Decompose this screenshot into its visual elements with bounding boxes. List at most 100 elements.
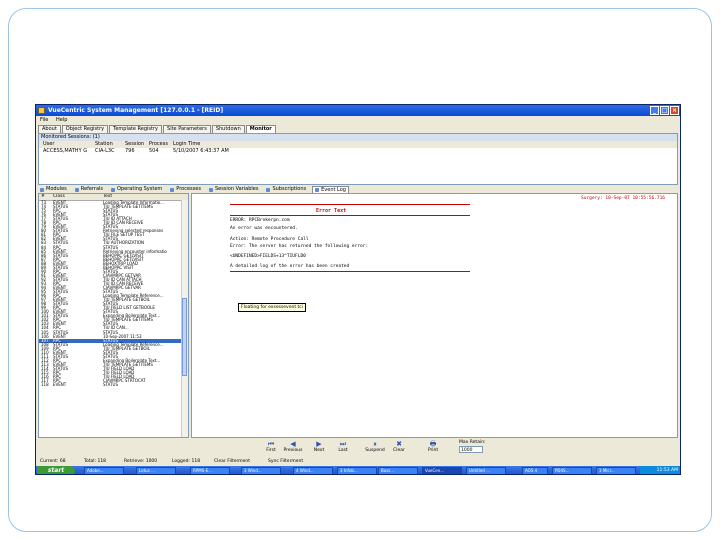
divider bbox=[230, 204, 470, 205]
taskbar-button[interactable]: VueCen... bbox=[422, 467, 462, 474]
col-process[interactable]: Process bbox=[149, 141, 168, 148]
session-station: CIA-L3C bbox=[95, 148, 115, 154]
maximize-button[interactable]: □ bbox=[660, 106, 669, 115]
minimize-button[interactable]: _ bbox=[650, 106, 659, 115]
menu-help[interactable]: Help bbox=[56, 117, 67, 123]
sessions-caption: Monitored Sessions: (1) bbox=[39, 134, 677, 141]
tab-processes[interactable]: Processes bbox=[168, 186, 203, 193]
detail-line: Action: Remote Procedure Call bbox=[230, 237, 309, 242]
taskbar-button[interactable]: PD4S... bbox=[552, 467, 592, 474]
col-user[interactable]: User bbox=[43, 141, 54, 148]
session-login-time: 5/10/2007 6:43:37 AM bbox=[173, 148, 229, 154]
next-icon: ▶ bbox=[316, 440, 322, 448]
status-sync-filter: Sync Filterment bbox=[268, 459, 304, 464]
taskbar-button[interactable]: 4 Wind... bbox=[293, 467, 333, 474]
navigation-toolbar: ⏮ First ◀ Previous ▶ Next ⏭ Last ⏸ Suspe… bbox=[38, 438, 678, 458]
status-retrieve: Retrieve: 1000 bbox=[124, 459, 158, 464]
sessions-header: User Station Session Process Login Time bbox=[39, 141, 677, 148]
clear-icon: ✖ bbox=[396, 440, 402, 448]
detail-line: A detailed log of the error has been cre… bbox=[230, 264, 350, 269]
window-title: VueCentric System Management [127.0.0.1 … bbox=[48, 107, 224, 114]
window-controls: _ □ × bbox=[650, 106, 679, 115]
session-user: ACCESS,MATHY G bbox=[43, 148, 88, 154]
processes-icon bbox=[170, 187, 175, 192]
divider bbox=[230, 271, 470, 272]
tab-template-registry[interactable]: Template Registry bbox=[109, 125, 163, 133]
log-row[interactable]: 118 EVENT STATUS bbox=[39, 383, 188, 387]
tab-operating-system[interactable]: Operating System bbox=[109, 186, 164, 193]
taskbar-button[interactable]: 3 Infob... bbox=[337, 467, 377, 474]
session-row[interactable]: ACCESS,MATHY G CIA-L3C 796 504 5/10/2007… bbox=[39, 148, 677, 155]
detail-timestamp: Surgery: 10-Sep-07 10:55:56.716 bbox=[581, 196, 665, 201]
detail-line: Error: The server has returned the follo… bbox=[230, 244, 369, 249]
previous-button[interactable]: ◀ Previous bbox=[282, 440, 304, 453]
start-button[interactable]: start bbox=[37, 466, 75, 474]
tab-session-variables[interactable]: Session Variables bbox=[207, 186, 261, 193]
detail-line: <UNDEFINED>FIELDS+13^TIUFLD0 bbox=[230, 254, 306, 259]
status-clear-filter: Clear Filterment bbox=[214, 459, 251, 464]
tab-modules[interactable]: Modules bbox=[38, 186, 69, 193]
status-total: Total: 118 bbox=[84, 459, 107, 464]
taskbar-button[interactable]: RPMS-E... bbox=[190, 467, 230, 474]
title-bar: VueCentric System Management [127.0.0.1 … bbox=[36, 105, 680, 116]
previous-icon: ◀ bbox=[290, 440, 296, 448]
tab-monitor[interactable]: Monitor bbox=[245, 125, 276, 133]
menu-bar: File Help bbox=[36, 116, 680, 124]
status-logged: Logged: 118 bbox=[172, 459, 201, 464]
session-id: 796 bbox=[125, 148, 135, 154]
col-station[interactable]: Station bbox=[95, 141, 113, 148]
event-log-list: # Class Text 73 EVENT Loading Template Inf… bbox=[38, 193, 189, 438]
tab-about[interactable]: About bbox=[38, 125, 61, 133]
detail-title: Error Text bbox=[316, 208, 347, 214]
divider bbox=[230, 215, 470, 216]
status-bar: Current: 68 Total: 118 Retrieve: 1000 Lo… bbox=[36, 458, 680, 466]
app-window: VueCentric System Management [127.0.0.1 … bbox=[35, 104, 681, 475]
session-variables-icon bbox=[208, 187, 213, 192]
log-number: 118 bbox=[41, 382, 49, 388]
detail-line: ERROR: RPCBrokerpn.com bbox=[230, 218, 290, 223]
taskbar-button[interactable]: Adobe... bbox=[84, 467, 124, 474]
taskbar-button[interactable]: Lotus ... bbox=[136, 467, 176, 474]
taskbar-button[interactable]: Bass... bbox=[378, 467, 418, 474]
taskbar-button[interactable]: 1 Micr... bbox=[596, 467, 636, 474]
suspend-icon: ⏸ bbox=[373, 440, 377, 448]
first-icon: ⏮ bbox=[267, 440, 275, 448]
clear-button[interactable]: ✖ Clear bbox=[388, 440, 410, 453]
tab-site-parameters[interactable]: Site Parameters bbox=[163, 125, 211, 133]
clock: 11:53 AM bbox=[656, 468, 678, 473]
detail-line: An error was encountered. bbox=[230, 226, 298, 231]
first-button[interactable]: ⏮ First bbox=[260, 440, 282, 453]
max-retain-input[interactable]: 1000 bbox=[459, 446, 483, 453]
modules-icon bbox=[40, 187, 44, 192]
taskbar-button[interactable]: AOS 4 bbox=[522, 467, 548, 474]
referrals-icon bbox=[74, 187, 79, 192]
print-icon: 🖶 bbox=[429, 440, 437, 448]
tab-object-registry[interactable]: Object Registry bbox=[61, 125, 109, 133]
tab-subscriptions[interactable]: Subscriptions bbox=[264, 186, 308, 193]
suspend-button[interactable]: ⏸ Suspend bbox=[364, 440, 386, 453]
log-class: EVENT bbox=[53, 382, 67, 388]
tab-shutdown[interactable]: Shutdown bbox=[211, 125, 245, 133]
top-tab-strip: About Object Registry Template Registry … bbox=[38, 125, 277, 133]
print-button[interactable]: 🖶 Print bbox=[422, 440, 444, 453]
max-retain-label: Max Retain: bbox=[459, 440, 486, 445]
app-icon bbox=[38, 107, 45, 114]
last-button[interactable]: ⏭ Last bbox=[332, 440, 354, 453]
menu-file[interactable]: File bbox=[40, 117, 48, 123]
log-text: STATUS bbox=[103, 382, 119, 388]
event-log-scrollbar[interactable] bbox=[181, 200, 188, 437]
taskbar-button[interactable]: 3 Wind... bbox=[241, 467, 281, 474]
event-log-icon bbox=[315, 188, 320, 192]
taskbar-button[interactable]: Untitled ... bbox=[466, 467, 506, 474]
sessions-panel: Monitored Sessions: (1) User Station Ses… bbox=[38, 133, 678, 185]
next-button[interactable]: ▶ Next bbox=[308, 440, 330, 453]
close-button[interactable]: × bbox=[670, 106, 679, 115]
col-session[interactable]: Session bbox=[125, 141, 144, 148]
event-log-rows: 73 EVENT Loading Template Informatio... 74 S… bbox=[39, 200, 188, 387]
event-detail-panel: Surgery: 10-Sep-07 10:55:56.716 Error Te… bbox=[191, 193, 678, 438]
session-process: 504 bbox=[149, 148, 159, 154]
scrollbar-thumb[interactable] bbox=[182, 298, 187, 376]
col-login-time[interactable]: Login Time bbox=[173, 141, 200, 148]
subscriptions-icon bbox=[266, 187, 271, 192]
tab-referrals[interactable]: Referrals bbox=[73, 186, 105, 193]
